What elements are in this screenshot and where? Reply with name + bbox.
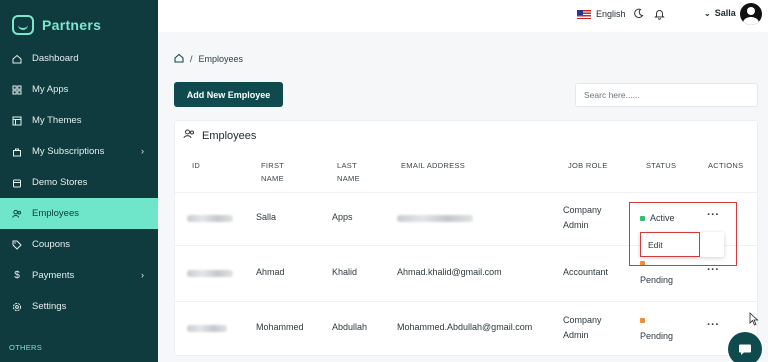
top-bar: English ⌄ Salla: [158, 0, 768, 32]
chat-bubble-icon: [739, 344, 751, 355]
sidebar-item-coupons[interactable]: Coupons: [0, 229, 158, 260]
language-label: English: [596, 9, 626, 19]
brand-name: Partners: [42, 17, 102, 33]
row-actions-menu: Edit: [640, 232, 724, 257]
chevron-down-icon: ⌄: [704, 8, 711, 18]
us-flag-icon: [577, 9, 591, 19]
role-line: Company: [563, 315, 602, 325]
redacted-id: [187, 325, 227, 332]
status-dot: [640, 318, 645, 323]
chevron-right-icon: ›: [141, 270, 144, 280]
role-line: Admin: [563, 330, 589, 340]
sidebar-section-label: OTHERS: [9, 343, 43, 352]
cell-last-name: Khalid: [332, 267, 358, 277]
sidebar-item-employees[interactable]: Employees: [0, 198, 158, 229]
gear-icon: [12, 302, 22, 312]
sidebar-item-label: Demo Stores: [32, 177, 88, 188]
sidebar-item-dashboard[interactable]: Dashboard: [0, 43, 158, 74]
cell-first-name: Ahmad: [256, 267, 285, 277]
cell-email: Mohammed.Abdullah@gmail.com: [397, 322, 533, 332]
redacted-id: [187, 215, 233, 222]
home-icon[interactable]: [174, 53, 184, 65]
card-header: Employees: [183, 129, 256, 142]
edit-menu-item[interactable]: Edit: [640, 232, 700, 257]
users-icon: [183, 129, 195, 142]
row-actions-button[interactable]: ···: [707, 319, 720, 331]
sidebar-item-demo-stores[interactable]: Demo Stores: [0, 167, 158, 198]
sidebar-item-label: My Themes: [32, 115, 82, 126]
dollar-icon: $: [14, 270, 20, 281]
sidebar-item-label: Payments: [32, 270, 75, 281]
cell-job-role: Accountant: [563, 267, 609, 277]
column-header-line: NAME: [337, 174, 360, 183]
search-input[interactable]: [575, 83, 758, 107]
cell-first-name: Salla: [256, 212, 277, 222]
chat-button[interactable]: [728, 332, 762, 362]
sidebar-nav: Dashboard My Apps My Themes My Subscript…: [0, 43, 158, 322]
sidebar-item-label: Employees: [32, 208, 79, 219]
status-badge: [640, 318, 645, 323]
user-menu[interactable]: ⌄ Salla: [704, 8, 736, 18]
breadcrumb: / Employees: [174, 53, 243, 65]
cell-last-name: Apps: [332, 212, 353, 222]
divider: [175, 192, 757, 193]
tag-icon: [12, 240, 22, 250]
cell-job-role: Company Admin: [563, 203, 602, 233]
status-label: Pending: [640, 275, 674, 285]
column-header-status: STATUS: [646, 161, 677, 170]
column-header-actions: ACTIONS: [708, 161, 744, 170]
sidebar-item-label: Settings: [32, 301, 67, 312]
user-name: Salla: [714, 8, 736, 18]
users-icon: [12, 209, 22, 219]
add-employee-button[interactable]: Add New Employee: [174, 82, 283, 107]
sidebar-item-my-themes[interactable]: My Themes: [0, 105, 158, 136]
salla-logo-icon: [12, 15, 34, 35]
bag-icon: [12, 147, 22, 157]
column-header-line: FIRST: [261, 161, 285, 170]
column-header-last-name: LAST NAME: [337, 159, 360, 185]
sidebar-item-label: My Apps: [32, 84, 69, 95]
sidebar: Partners Dashboard My Apps My Themes My …: [0, 0, 158, 362]
redacted-id: [187, 270, 233, 277]
moon-icon[interactable]: [633, 8, 644, 22]
cell-first-name: Mohammed: [256, 322, 304, 332]
column-header-id: ID: [192, 161, 201, 170]
column-header-line: NAME: [261, 174, 284, 183]
sidebar-item-payments[interactable]: $ Payments ›: [0, 260, 158, 291]
column-header-email: EMAIL ADDRESS: [401, 161, 466, 170]
sidebar-item-my-subscriptions[interactable]: My Subscriptions ›: [0, 136, 158, 167]
chevron-right-icon: ›: [141, 146, 144, 156]
sidebar-item-label: My Subscriptions: [32, 146, 105, 157]
employees-card: Employees ID FIRST NAME LAST NAME EMAIL …: [174, 120, 758, 356]
mouse-cursor-icon: [749, 312, 759, 329]
breadcrumb-current: Employees: [198, 54, 244, 64]
avatar[interactable]: [740, 3, 762, 25]
sidebar-item-label: Coupons: [32, 239, 71, 250]
sidebar-item-settings[interactable]: Settings: [0, 291, 158, 322]
column-header-first-name: FIRST NAME: [261, 159, 284, 185]
role-line: Company: [563, 205, 602, 215]
sidebar-item-my-apps[interactable]: My Apps: [0, 74, 158, 105]
cell-email: Ahmad.khalid@gmail.com: [397, 267, 502, 277]
brand[interactable]: Partners: [0, 0, 158, 40]
redacted-email: [397, 215, 473, 222]
role-line: Admin: [563, 220, 589, 230]
cell-job-role: Company Admin: [563, 313, 602, 343]
home-icon: [12, 54, 22, 64]
bell-icon[interactable]: [654, 8, 665, 23]
column-header-job-role: JOB ROLE: [568, 161, 608, 170]
sidebar-item-label: Dashboard: [32, 53, 79, 64]
column-header-line: LAST: [337, 161, 357, 170]
cell-last-name: Abdullah: [332, 322, 368, 332]
card-title: Employees: [202, 129, 257, 142]
divider: [175, 301, 757, 302]
breadcrumb-separator: /: [190, 54, 193, 64]
grid-icon: [12, 85, 22, 95]
language-selector[interactable]: English: [577, 9, 626, 19]
status-label: Pending: [640, 331, 674, 341]
store-icon: [12, 178, 22, 188]
layout-icon: [12, 116, 22, 126]
